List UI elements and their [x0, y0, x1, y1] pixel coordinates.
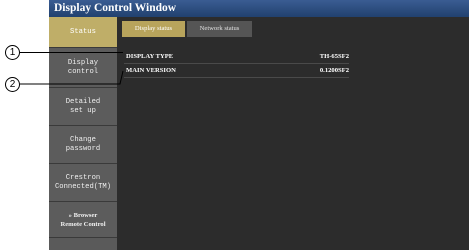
display-type-label: DISPLAY TYPE [126, 53, 174, 60]
content-panel: Display status Network status DISPLAY TY… [117, 17, 469, 250]
sidebar-item-browser-remote-control[interactable]: » Browser Remote Control [49, 202, 117, 238]
row-divider [124, 63, 349, 64]
sidebar-item-status[interactable]: Status [49, 17, 117, 48]
main-version-label: MAIN VERSION [126, 67, 176, 74]
sidebar-item-detailed-set-up[interactable]: Detailed set up [49, 88, 117, 126]
window-title: Display Control Window [49, 0, 469, 17]
tab-display-status[interactable]: Display status [122, 21, 185, 37]
callout-2-leader-line [20, 70, 124, 85]
tab-network-status[interactable]: Network status [187, 21, 252, 37]
status-row-display-type: DISPLAY TYPE TH-65SF2 [124, 52, 349, 62]
callout-2: 2 [5, 77, 20, 92]
main-version-value: 0.1200SF2 [319, 67, 349, 74]
callout-1: 1 [5, 45, 20, 60]
status-row-main-version: MAIN VERSION 0.1200SF2 [124, 66, 349, 76]
display-type-value: TH-65SF2 [319, 53, 349, 60]
callout-1-leader-line [20, 52, 123, 53]
sidebar-item-crestron-connected[interactable]: Crestron Connected(TM) [49, 164, 117, 202]
row-divider [124, 77, 349, 78]
display-control-window: Display Control Window Status Display co… [49, 0, 469, 250]
sidebar-item-change-password[interactable]: Change password [49, 126, 117, 164]
